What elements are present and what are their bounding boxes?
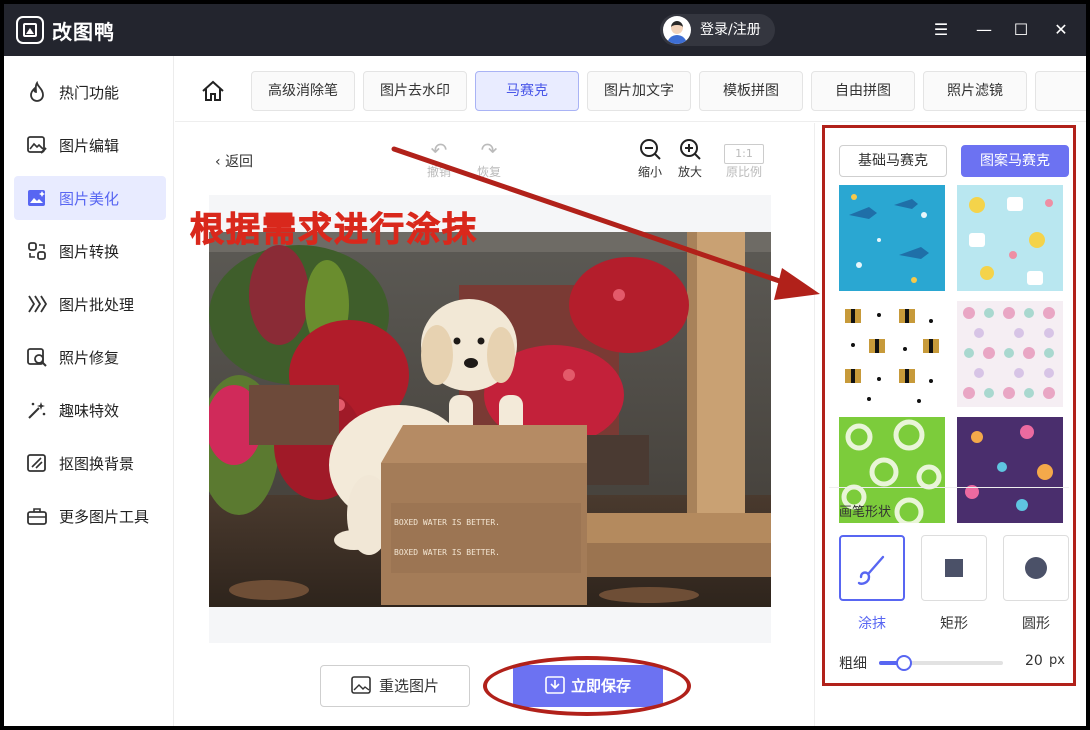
menu-icon[interactable]: ☰ [929, 18, 953, 42]
zoom-out-label: 缩小 [637, 165, 662, 179]
tab-more[interactable] [1035, 71, 1086, 111]
sidebar-item-more-tools[interactable]: 更多图片工具 [14, 494, 166, 538]
ratio-icon: 1:1 [724, 137, 764, 164]
flame-icon [30, 81, 44, 102]
box-text-1: BOXED WATER IS BETTER. [394, 518, 500, 527]
toolbox-icon [27, 508, 47, 525]
tab-add-text[interactable]: 图片加文字 [587, 71, 691, 111]
save-highlight-ellipse [483, 656, 691, 716]
photo-repair-icon [27, 348, 47, 367]
cutout-icon [27, 454, 46, 472]
back-label: 返回 [225, 154, 254, 170]
tab-free-collage[interactable]: 自由拼图 [811, 71, 915, 111]
minimize-icon[interactable]: — [972, 18, 996, 42]
app-window: 改图鸭 登录/注册 ☰ — ☐ ✕ 热门功能 图片编辑 图片美化 图片转换 图片… [4, 4, 1086, 726]
app-title: 改图鸭 [52, 20, 115, 44]
sparkle-wand-icon [28, 402, 46, 419]
sidebar-item-label: 图片美化 [59, 190, 120, 208]
close-icon[interactable]: ✕ [1049, 18, 1073, 42]
batch-icon [28, 295, 48, 313]
tab-photo-filter[interactable]: 照片滤镜 [923, 71, 1027, 111]
annotation-heading: 根据需求进行涂抹 [190, 210, 478, 251]
image-icon [351, 676, 371, 694]
zoom-in-label: 放大 [677, 165, 702, 179]
home-icon[interactable] [201, 80, 225, 102]
image-edit-icon [27, 136, 47, 154]
sidebar-item-label: 照片修复 [59, 349, 120, 367]
reselect-image-button[interactable]: 重选图片 [320, 665, 470, 707]
sidebar-item-convert[interactable]: 图片转换 [14, 229, 166, 273]
sidebar-item-image-edit[interactable]: 图片编辑 [14, 123, 166, 167]
sidebar-item-fun-effects[interactable]: 趣味特效 [14, 388, 166, 432]
zoom-in-icon [680, 139, 701, 160]
canvas-area[interactable]: BOXED WATER IS BETTER. BOXED WATER IS BE… [209, 195, 771, 643]
sidebar-item-label: 图片编辑 [59, 137, 120, 155]
undo-icon: ↶ [430, 138, 448, 162]
login-label: 登录/注册 [700, 22, 761, 38]
tab-mosaic[interactable]: 马赛克 [475, 71, 579, 111]
convert-icon [28, 242, 46, 260]
redo-button[interactable]: ↷ 恢复 [469, 137, 509, 180]
reselect-label: 重选图片 [378, 677, 439, 695]
back-button[interactable]: ‹ 返回 [215, 151, 253, 171]
sidebar-item-cutout[interactable]: 抠图换背景 [14, 441, 166, 485]
sidebar-item-image-beautify[interactable]: 图片美化 [14, 176, 166, 220]
maximize-icon[interactable]: ☐ [1009, 18, 1033, 42]
box-text-2: BOXED WATER IS BETTER. [394, 548, 500, 557]
sidebar-item-label: 更多图片工具 [59, 508, 150, 526]
sidebar-item-label: 抠图换背景 [59, 455, 135, 473]
chevron-left-icon: ‹ [215, 154, 226, 170]
zoom-out-button[interactable]: 缩小 [630, 137, 670, 180]
panel-highlight-frame [822, 125, 1076, 686]
sidebar-item-batch[interactable]: 图片批处理 [14, 282, 166, 326]
sidebar-item-hot[interactable]: 热门功能 [14, 70, 166, 114]
sidebar-item-label: 图片转换 [59, 243, 120, 261]
tool-tabs-bar: 高级消除笔 图片去水印 马赛克 图片加文字 模板拼图 自由拼图 照片滤镜 [175, 56, 1086, 122]
sidebar-item-photo-repair[interactable]: 照片修复 [14, 335, 166, 379]
zoom-in-button[interactable]: 放大 [670, 137, 710, 180]
tab-advanced-eraser[interactable]: 高级消除笔 [251, 71, 355, 111]
avatar [663, 16, 691, 44]
image-beautify-icon [28, 190, 45, 206]
ratio-label: 原比例 [725, 165, 762, 179]
sidebar-item-label: 热门功能 [59, 84, 120, 102]
edit-photo[interactable]: BOXED WATER IS BETTER. BOXED WATER IS BE… [209, 195, 771, 643]
tab-template-collage[interactable]: 模板拼图 [699, 71, 803, 111]
sidebar-item-label: 趣味特效 [59, 402, 120, 420]
original-ratio-button[interactable]: 1:1 原比例 [724, 137, 764, 180]
title-bar: 改图鸭 登录/注册 ☰ — ☐ ✕ [4, 4, 1086, 56]
redo-icon: ↷ [480, 138, 498, 162]
undo-label: 撤销 [426, 165, 451, 179]
sidebar-item-label: 图片批处理 [59, 296, 135, 314]
redo-label: 恢复 [476, 165, 501, 179]
app-logo [16, 16, 44, 44]
undo-button[interactable]: ↶ 撤销 [419, 137, 459, 180]
ratio-glyph: 1:1 [724, 144, 764, 164]
sidebar: 热门功能 图片编辑 图片美化 图片转换 图片批处理 照片修复 趣味特效 抠图换背… [4, 56, 174, 726]
tab-remove-watermark[interactable]: 图片去水印 [363, 71, 467, 111]
zoom-out-icon [640, 139, 661, 160]
login-button[interactable]: 登录/注册 [660, 14, 775, 46]
